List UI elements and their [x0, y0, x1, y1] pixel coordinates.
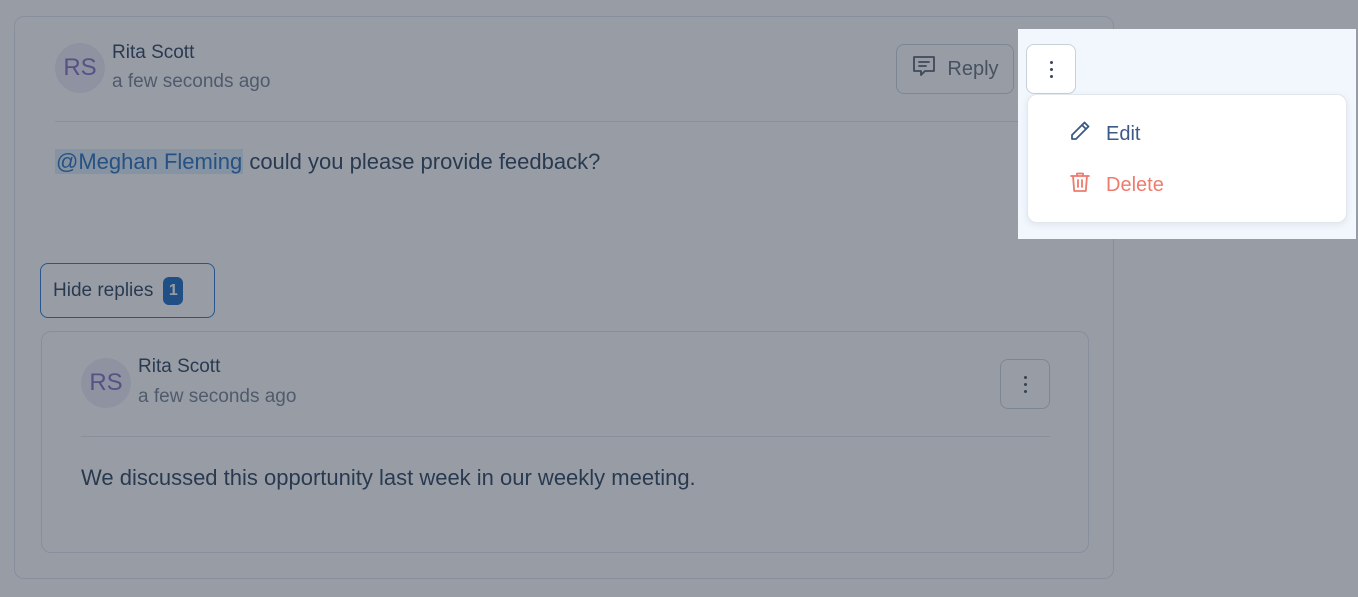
comment-more-button[interactable] [1026, 44, 1076, 94]
comment-timestamp: a few seconds ago [112, 71, 271, 92]
reply-count-badge: 1 [163, 276, 184, 305]
delete-label: Delete [1106, 173, 1164, 196]
avatar: RS [81, 358, 131, 408]
reply-label: Reply [947, 57, 999, 80]
comment-icon [911, 54, 937, 84]
divider [55, 121, 1075, 122]
comment-text: could you please provide feedback? [243, 149, 601, 174]
mention-tag[interactable]: @Meghan Fleming [55, 149, 244, 174]
reply-body: We discussed this opportunity last week … [81, 465, 696, 490]
reply-card: RS Rita Scott a few seconds ago We discu… [41, 331, 1089, 553]
comment-body: @Meghan Fleming could you please provide… [55, 149, 600, 175]
hide-replies-label: Hide replies [53, 279, 154, 301]
menu-item-delete[interactable]: Delete [1068, 170, 1164, 200]
pencil-icon [1068, 119, 1092, 149]
reply-button[interactable]: Reply [896, 44, 1014, 94]
trash-icon [1068, 170, 1092, 200]
comment-author: Rita Scott [112, 42, 195, 63]
hide-replies-button[interactable]: Hide replies 1 [40, 263, 215, 318]
edit-label: Edit [1106, 122, 1141, 145]
kebab-icon [1049, 60, 1053, 78]
divider [81, 436, 1050, 437]
menu-item-edit[interactable]: Edit [1068, 119, 1140, 149]
reply-author: Rita Scott [138, 356, 221, 377]
reply-more-button[interactable] [1000, 359, 1050, 409]
reply-timestamp: a few seconds ago [138, 386, 297, 407]
comment-actions-menu: Edit Delete [1027, 94, 1347, 223]
avatar: RS [55, 43, 105, 93]
kebab-icon [1023, 375, 1027, 393]
